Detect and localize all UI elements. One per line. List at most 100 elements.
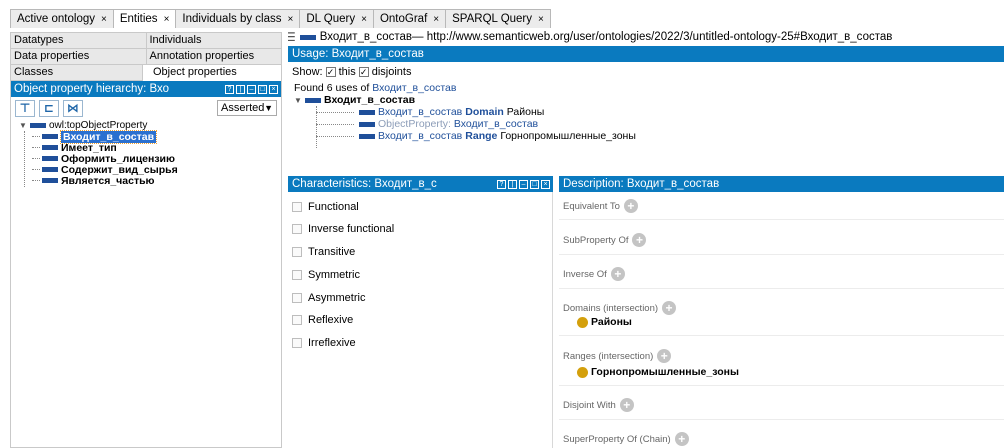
ranges-section: Ranges (intersection) +	[563, 349, 672, 363]
section-label: Equivalent To	[563, 200, 620, 212]
close-view-icon[interactable]: ×	[269, 84, 278, 94]
object-property-icon	[359, 121, 375, 127]
tree-item[interactable]: Содержит_вид_сырья	[19, 164, 281, 176]
usage-show-row: Show: ✓ this ✓ disjoints	[288, 62, 1004, 82]
characteristic-label: Functional	[308, 201, 359, 213]
tab-classes[interactable]: Classes	[11, 65, 143, 81]
split-vertical-icon[interactable]: |	[236, 84, 245, 94]
checkbox-box[interactable]	[292, 293, 302, 303]
close-view-icon[interactable]: ×	[541, 179, 550, 189]
divider	[559, 254, 1004, 255]
split-horizontal-icon[interactable]: –	[247, 84, 256, 94]
expand-icon[interactable]: ▼	[294, 96, 302, 105]
disjoint-with-section: Disjoint With +	[563, 398, 634, 412]
add-icon[interactable]: +	[674, 432, 689, 446]
usage-item[interactable]: Входит_в_состав Range Горнопромышленные_…	[294, 130, 1004, 142]
checkbox-box[interactable]	[292, 247, 302, 257]
inverse-of-section: Inverse Of +	[563, 267, 625, 281]
tree-root[interactable]: ▼ owl:topObjectProperty	[19, 119, 281, 131]
maximize-icon[interactable]: □	[530, 179, 539, 189]
view-buttons: ? | – □ ×	[497, 179, 553, 189]
show-label: Show:	[292, 66, 323, 78]
split-vertical-icon[interactable]: |	[508, 179, 517, 189]
close-icon[interactable]: ×	[164, 14, 170, 25]
symmetric-checkbox[interactable]: Symmetric	[292, 268, 360, 282]
tab-data-properties[interactable]: Data properties	[11, 49, 147, 65]
tree-item[interactable]: Является_частью	[19, 175, 281, 187]
tab-dl-query[interactable]: DL Query ×	[299, 9, 373, 28]
object-property-icon	[30, 122, 46, 128]
checkbox-box[interactable]	[292, 315, 302, 325]
add-icon[interactable]: +	[657, 349, 672, 363]
divider	[559, 219, 1004, 220]
add-icon[interactable]: +	[662, 301, 677, 315]
object-property-icon	[42, 178, 58, 183]
tab-annotation-properties[interactable]: Annotation properties	[146, 49, 281, 65]
help-icon[interactable]: ?	[225, 84, 234, 94]
asserted-value: Asserted	[221, 102, 265, 114]
irreflexive-checkbox[interactable]: Irreflexive	[292, 336, 356, 350]
tab-individuals-by-class[interactable]: Individuals by class ×	[175, 9, 300, 28]
delete-property-icon[interactable]: ⋈	[63, 99, 83, 117]
split-horizontal-icon[interactable]: –	[519, 179, 528, 189]
close-icon[interactable]: ×	[287, 14, 293, 25]
object-property-icon	[299, 34, 316, 40]
tab-individuals[interactable]: Individuals	[146, 33, 281, 49]
add-icon[interactable]: +	[632, 233, 647, 247]
usage-keyword: Domain	[465, 106, 504, 118]
tree-item[interactable]: Входит_в_состав	[19, 129, 281, 144]
expand-icon[interactable]: ▼	[19, 121, 27, 130]
section-label: SuperProperty Of (Chain)	[563, 433, 671, 445]
reflexive-checkbox[interactable]: Reflexive	[292, 313, 353, 327]
add-icon[interactable]: +	[623, 199, 638, 213]
hierarchy-view-title: Object property hierarchy: Вхо ? | – □ ×	[11, 81, 281, 97]
tab-datatypes[interactable]: Datatypes	[11, 33, 147, 49]
functional-checkbox[interactable]: Functional	[292, 200, 359, 214]
close-icon[interactable]: ×	[433, 14, 439, 25]
close-icon[interactable]: ×	[538, 14, 544, 25]
object-property-icon	[359, 109, 375, 115]
range-value[interactable]: Горнопромышленные_зоны	[577, 366, 739, 378]
menu-icon[interactable]: ☰	[288, 28, 296, 46]
tab-entities[interactable]: Entities ×	[112, 9, 176, 28]
asymmetric-checkbox[interactable]: Asymmetric	[292, 291, 365, 305]
checkbox-box[interactable]	[292, 338, 302, 348]
tab-sparql-query[interactable]: SPARQL Query ×	[445, 9, 551, 28]
tab-label: SPARQL Query	[452, 13, 533, 25]
domain-value[interactable]: Районы	[577, 316, 632, 328]
transitive-checkbox[interactable]: Transitive	[292, 245, 355, 259]
maximize-icon[interactable]: □	[258, 84, 267, 94]
add-icon[interactable]: +	[610, 267, 625, 281]
checkbox-box[interactable]	[292, 270, 302, 280]
left-panel: Datatypes Individuals Data properties An…	[10, 32, 282, 448]
inverse-functional-checkbox[interactable]: Inverse functional	[292, 222, 394, 236]
divider	[559, 419, 1004, 420]
close-icon[interactable]: ×	[101, 14, 107, 25]
asserted-select[interactable]: Asserted ▼	[217, 100, 277, 116]
checkbox-box[interactable]	[292, 202, 302, 212]
tab-ontograf[interactable]: OntoGraf ×	[372, 9, 446, 28]
tab-active-ontology[interactable]: Active ontology ×	[10, 9, 113, 28]
usage-root[interactable]: ▼ Входит_в_состав	[294, 94, 1004, 106]
tab-bar: Active ontology × Entities × Individuals b…	[0, 0, 1004, 28]
checkbox-box[interactable]	[292, 224, 302, 234]
disjoints-checkbox[interactable]: ✓	[358, 67, 369, 77]
tree-item[interactable]: Оформить_лицензию	[19, 153, 281, 165]
close-icon[interactable]: ×	[361, 14, 367, 25]
section-label: Inverse Of	[563, 268, 607, 280]
tree-root-label: owl:topObjectProperty	[49, 119, 148, 131]
usage-item[interactable]: ObjectProperty: Входит_в_состав	[294, 118, 1004, 130]
add-sibling-property-icon[interactable]: ⊏	[39, 99, 59, 117]
add-sub-property-icon[interactable]: ⊤	[15, 99, 35, 117]
tree-item[interactable]: Имеет_тип	[19, 142, 281, 154]
individual-icon	[577, 366, 588, 378]
characteristic-label: Irreflexive	[308, 337, 356, 349]
range-label: Горнопромышленные_зоны	[591, 366, 739, 378]
help-icon[interactable]: ?	[497, 179, 506, 189]
tab-object-properties[interactable]: Object properties	[143, 65, 281, 81]
usage-item[interactable]: Входит_в_состав Domain Районы	[294, 106, 1004, 118]
individual-icon	[577, 316, 588, 328]
add-icon[interactable]: +	[619, 398, 634, 412]
usage-object: Районы	[506, 106, 545, 118]
this-checkbox[interactable]: ✓	[325, 67, 336, 77]
